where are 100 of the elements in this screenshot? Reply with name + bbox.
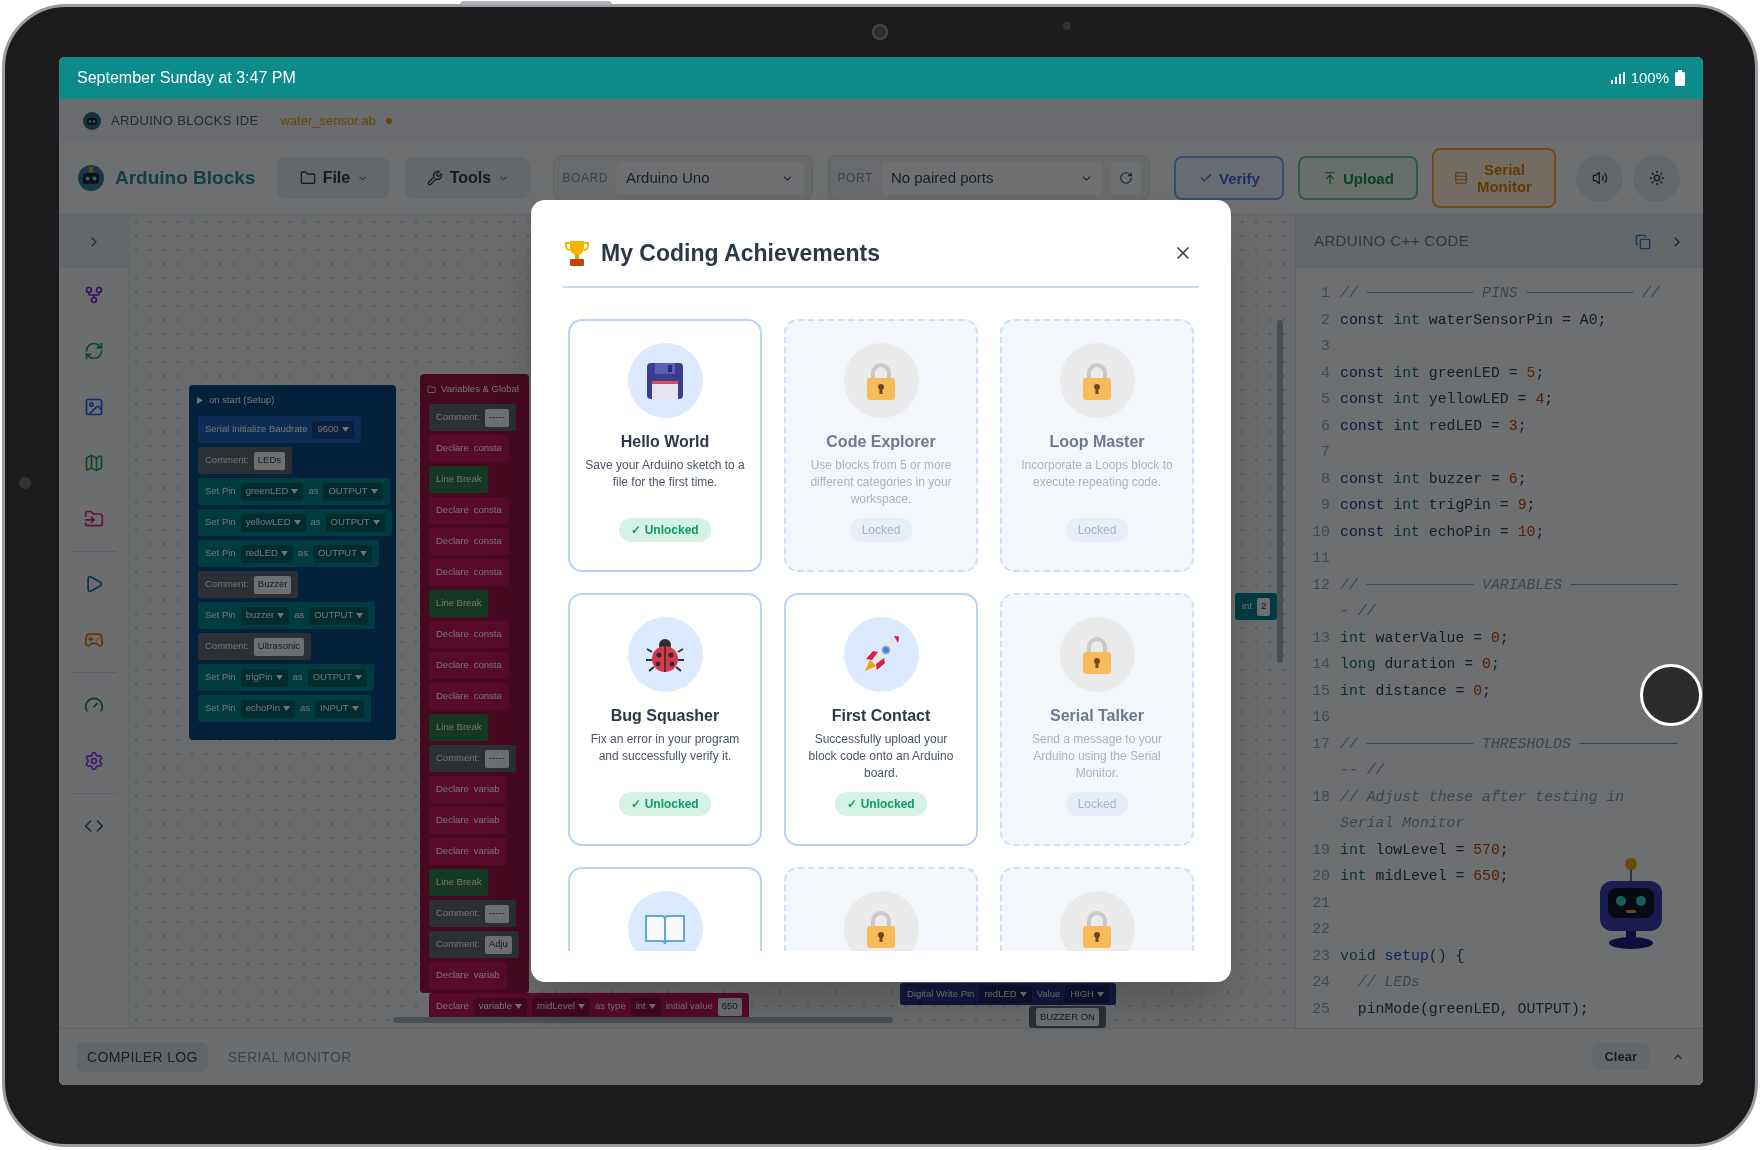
board-select[interactable]: Arduino Uno bbox=[616, 161, 805, 195]
code-block[interactable]: Line Break bbox=[429, 590, 489, 617]
code-block[interactable]: Comment: ----- bbox=[429, 900, 516, 927]
caret-icon bbox=[1019, 991, 1027, 997]
block-label: Comment: bbox=[205, 639, 249, 654]
status-time: September Sunday at 3:47 PM bbox=[77, 68, 296, 88]
triangle-icon bbox=[197, 396, 203, 404]
code-block[interactable]: Declare variab bbox=[429, 807, 507, 834]
code-line: const int greenLED = 5; bbox=[1340, 363, 1546, 383]
status-badge: Locked bbox=[1065, 518, 1129, 542]
block-field[interactable]: ----- bbox=[484, 749, 509, 768]
padlock-icon bbox=[1080, 634, 1114, 675]
block-field[interactable]: BUZZER ON bbox=[1036, 1008, 1099, 1026]
status-badge: ✓ Unlocked bbox=[619, 518, 711, 542]
code-block[interactable]: Declare variab bbox=[429, 776, 507, 803]
code-line: const int yellowLED = 4; bbox=[1340, 390, 1555, 409]
menu-button[interactable]: File bbox=[277, 157, 391, 199]
block-label: Comment: bbox=[436, 937, 480, 952]
code-block[interactable]: Declare variab bbox=[429, 962, 507, 989]
achievement-title: Code Explorer bbox=[826, 432, 936, 452]
code-block[interactable]: int 2 bbox=[1235, 593, 1278, 620]
status-badge: Locked bbox=[849, 518, 913, 542]
caret-icon bbox=[277, 613, 285, 618]
battery-level: 100% bbox=[1630, 67, 1669, 88]
code-block[interactable]: Declare consta bbox=[429, 497, 509, 524]
code-block[interactable]: BUZZER ON bbox=[1029, 1006, 1106, 1028]
block-field[interactable]: 650 bbox=[717, 997, 742, 1016]
code-block[interactable]: Line Break bbox=[429, 466, 489, 493]
folder-icon bbox=[299, 170, 316, 186]
padlock-icon bbox=[1080, 360, 1114, 401]
refresh-icon[interactable] bbox=[83, 341, 104, 361]
block-label: variab bbox=[473, 813, 500, 828]
code-line: int distance = 0; bbox=[1340, 681, 1492, 701]
block-label: consta bbox=[473, 441, 502, 456]
block-field[interactable]: LEDs bbox=[253, 451, 286, 470]
clear-button[interactable]: Clear bbox=[1592, 1043, 1649, 1071]
signal-icon bbox=[1610, 72, 1625, 84]
code-block[interactable]: Comment: ----- bbox=[429, 404, 516, 431]
settings-icon[interactable] bbox=[83, 751, 104, 771]
refresh-button[interactable] bbox=[1111, 161, 1142, 195]
block-label: Set Pin bbox=[205, 608, 236, 623]
code-block[interactable]: Declare consta bbox=[429, 435, 509, 462]
globals-block[interactable] bbox=[420, 374, 529, 993]
panel-tab[interactable]: COMPILER LOG bbox=[77, 1042, 208, 1072]
map-icon[interactable] bbox=[83, 453, 104, 473]
action-button[interactable]: Upload bbox=[1298, 156, 1419, 200]
robot-icon bbox=[83, 111, 101, 130]
menu-button[interactable]: Tools bbox=[405, 157, 531, 199]
code-block[interactable]: Declare consta bbox=[429, 683, 509, 710]
code-block[interactable]: Comment: Buzzer bbox=[198, 571, 299, 598]
block-field[interactable]: ----- bbox=[484, 408, 509, 427]
rail-toggle[interactable] bbox=[59, 215, 128, 268]
caret-icon bbox=[370, 489, 378, 494]
code-block[interactable]: Declare variab bbox=[429, 838, 507, 865]
vertical-scrollbar[interactable] bbox=[1277, 320, 1283, 663]
port-select[interactable]: No paired ports bbox=[880, 161, 1104, 195]
block-label: Declare bbox=[436, 565, 469, 580]
code-block[interactable]: Comment: Adju bbox=[429, 931, 519, 958]
block-label: variab bbox=[473, 968, 500, 983]
code-block[interactable]: Declare consta bbox=[429, 528, 509, 555]
code-block[interactable]: Set Pin yellowLED as OUTPUT bbox=[198, 509, 392, 536]
block-label: consta bbox=[473, 627, 502, 642]
caret-icon bbox=[578, 1004, 586, 1009]
code-block[interactable]: Declare consta bbox=[429, 559, 509, 586]
gamepad-icon[interactable] bbox=[83, 630, 104, 650]
block-field[interactable]: Adju bbox=[484, 935, 512, 954]
block-field[interactable]: ----- bbox=[484, 904, 509, 923]
action-button[interactable]: Serial Monitor bbox=[1432, 148, 1557, 208]
block-field[interactable]: Ultrasonic bbox=[253, 637, 305, 656]
block-label: Set Pin bbox=[205, 546, 236, 561]
code-block[interactable]: Set Pin trigPin as OUTPUT bbox=[198, 664, 374, 691]
gauge-icon[interactable] bbox=[83, 695, 104, 715]
image-icon[interactable] bbox=[83, 397, 104, 417]
code-block[interactable]: Set Pin buzzer as OUTPUT bbox=[198, 602, 376, 629]
folder-icon bbox=[427, 384, 436, 394]
code-block[interactable]: Comment: ----- bbox=[429, 745, 516, 772]
horizontal-scrollbar[interactable] bbox=[393, 1017, 893, 1023]
code-block[interactable]: Declare consta bbox=[429, 652, 509, 679]
ide-title: ARDUINO BLOCKS IDE bbox=[111, 111, 259, 130]
block-label: as bbox=[310, 515, 321, 530]
robot-logo-icon bbox=[77, 164, 105, 192]
block-label: Line Break bbox=[436, 720, 482, 735]
code-block[interactable]: Comment: LEDs bbox=[198, 447, 293, 474]
block-field[interactable]: Buzzer bbox=[253, 575, 292, 594]
block-field[interactable]: 2 bbox=[1257, 597, 1271, 616]
code-block[interactable]: Serial Initialize Baudrate 9600 bbox=[198, 416, 361, 443]
folder-icon[interactable] bbox=[83, 509, 104, 529]
code-block[interactable]: Set Pin greenLED as OUTPUT bbox=[198, 478, 390, 505]
code-block[interactable]: Declare consta bbox=[429, 621, 509, 648]
code-block[interactable]: Digital Write Pin redLED Value HIGH bbox=[900, 983, 1116, 1005]
caret-icon bbox=[372, 520, 380, 525]
code-block[interactable]: Set Pin redLED as OUTPUT bbox=[198, 540, 379, 567]
fork-icon[interactable] bbox=[83, 285, 104, 305]
setup-block[interactable] bbox=[189, 385, 396, 740]
code-block[interactable]: Line Break bbox=[429, 869, 489, 896]
code-block[interactable]: Line Break bbox=[429, 714, 489, 741]
code-block[interactable]: Set Pin echoPin as INPUT bbox=[198, 695, 371, 722]
copy-icon[interactable] bbox=[1635, 233, 1651, 250]
action-button[interactable]: Verify bbox=[1174, 156, 1285, 200]
code-block[interactable]: Comment: Ultrasonic bbox=[198, 633, 312, 660]
